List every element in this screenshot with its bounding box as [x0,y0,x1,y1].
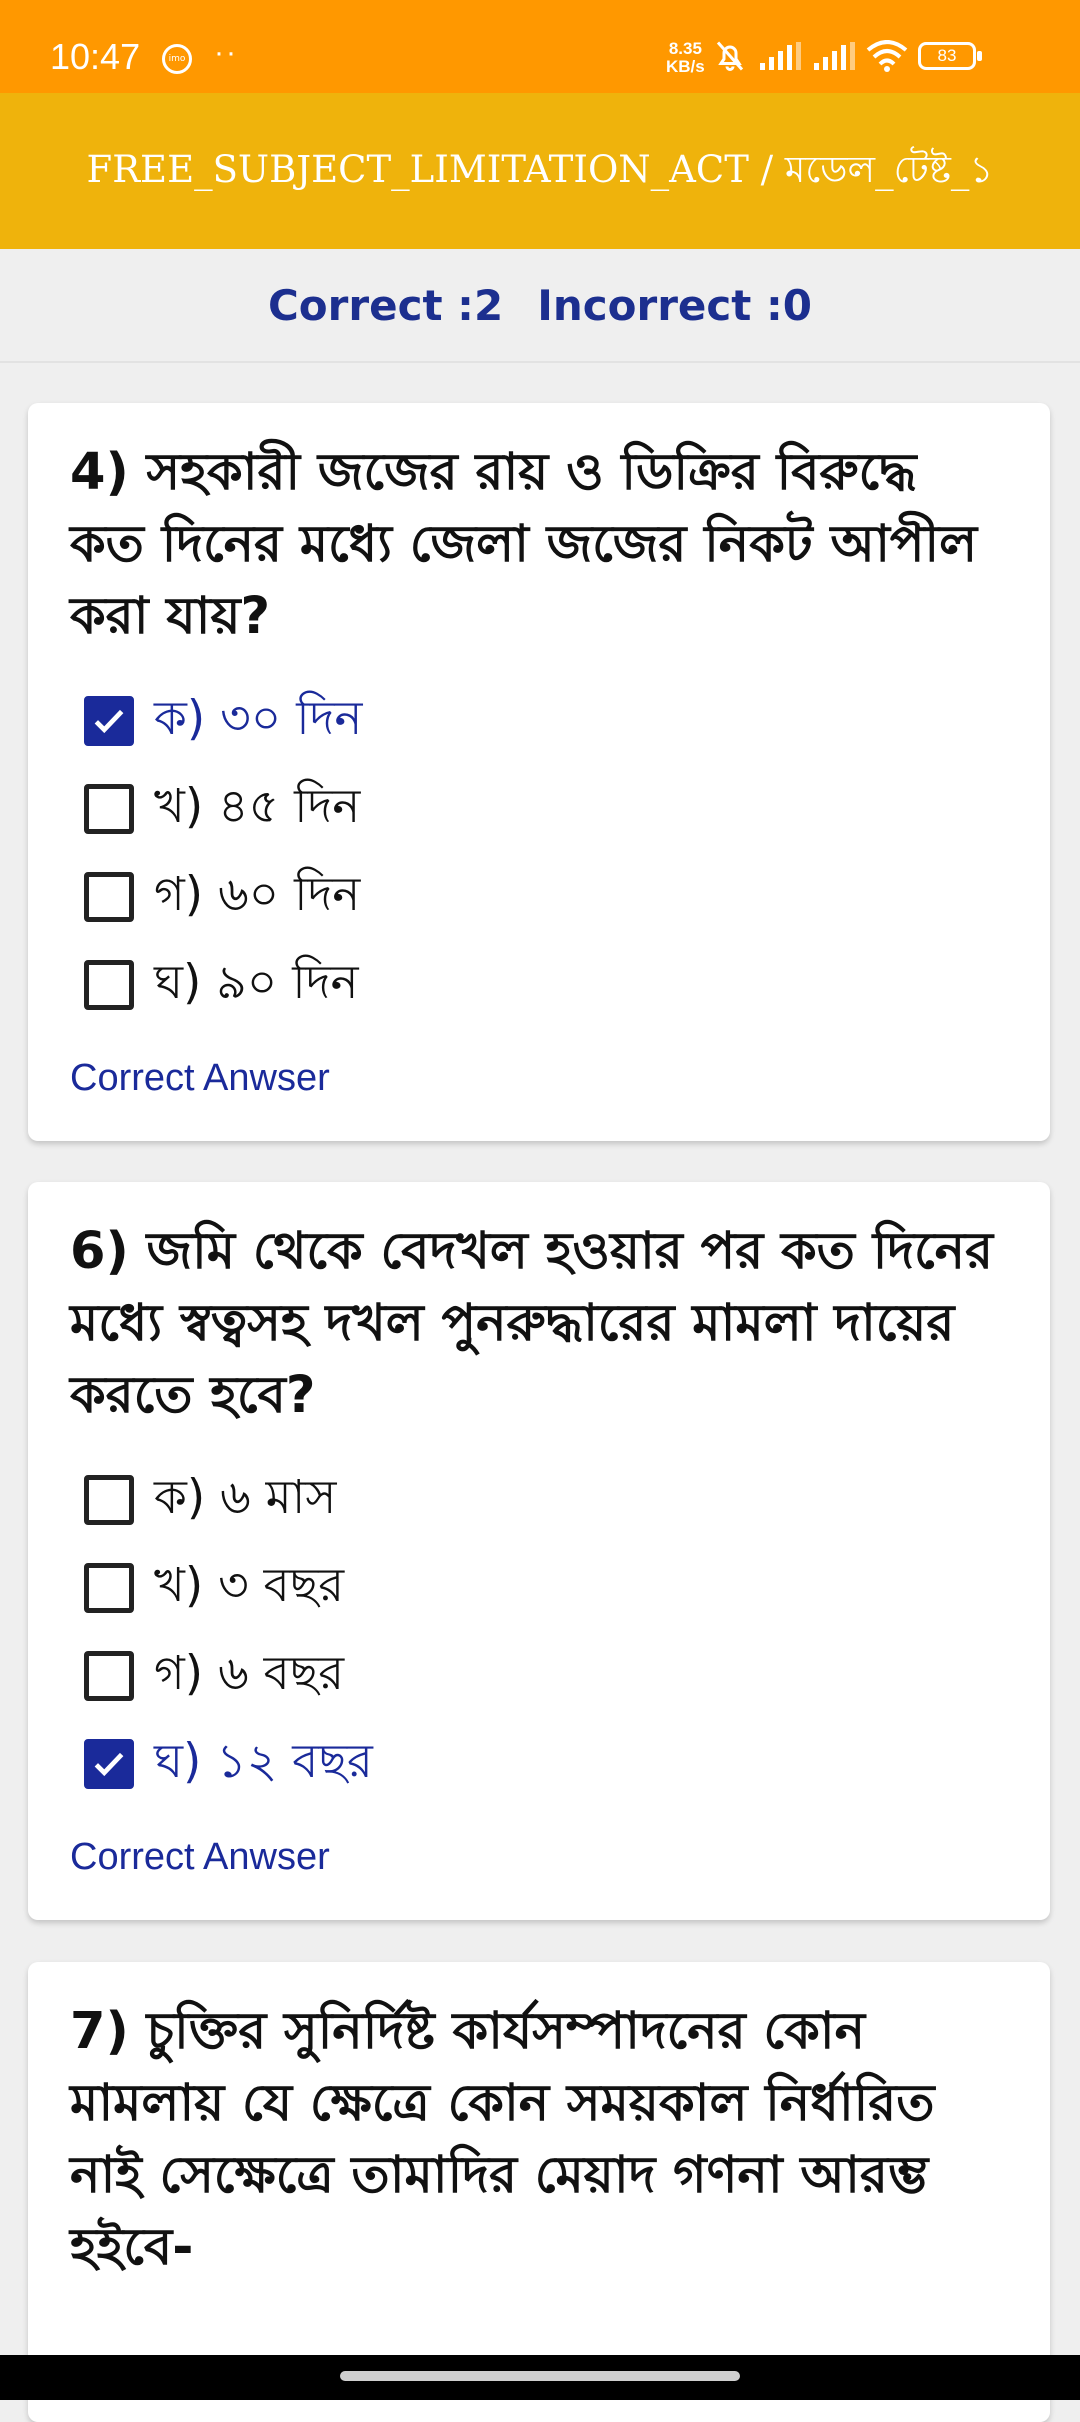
network-speed: 8.35 KB/s [666,40,705,76]
battery-icon: 83 [918,42,982,70]
option-item[interactable]: ঘ) ১২ বছর [70,1720,1008,1808]
checkbox[interactable] [84,784,134,834]
imo-icon: imo [162,44,192,74]
option-label: খ) ৩ বছর [154,1558,345,1613]
question-text: 4) সহকারী জজের রায় ও ডিক্রির বিরুদ্ধে ক… [70,443,978,646]
score-bar: Correct :2 Incorrect :0 [0,249,1080,363]
check-icon [94,709,124,734]
checkbox-checked[interactable] [84,696,134,746]
option-label: গ) ৬ বছর [154,1646,345,1701]
option-item[interactable]: ক) ৩০ দিন [70,677,1008,765]
option-item[interactable]: খ) ৩ বছর [70,1544,1008,1632]
navigation-bar [0,2355,1080,2400]
options-list: ক) ৬ মাস খ) ৩ বছর গ) ৬ বছর ঘ) ১২ বছর [70,1456,1008,1808]
signal-icon-2 [814,42,855,70]
option-label: খ) ৪৫ দিন [154,779,361,834]
bell-muted-icon [716,41,744,71]
option-label: ঘ) ৯০ দিন [154,955,359,1010]
checkbox-checked[interactable] [84,1739,134,1789]
option-label: ক) ৬ মাস [154,1470,337,1525]
option-item[interactable]: ঘ) ৯০ দিন [70,941,1008,1029]
wifi-icon [866,40,908,72]
check-icon [94,1752,124,1777]
options-list: ক) ৩০ দিন খ) ৪৫ দিন গ) ৬০ দিন ঘ) ৯০ দিন [70,677,1008,1029]
network-speed-value: 8.35 [668,39,702,58]
option-label: গ) ৬০ দিন [154,867,361,922]
checkbox[interactable] [84,872,134,922]
option-item[interactable]: গ) ৬ বছর [70,1632,1008,1720]
option-item[interactable]: গ) ৬০ দিন [70,853,1008,941]
signal-icon [760,42,801,70]
checkbox[interactable] [84,1475,134,1525]
status-bar: 10:47 imo ·· 8.35 KB/s 83 [0,0,1080,93]
app-bar: FREE_SUBJECT_LIMITATION_ACT / মডেল_টেষ্ট… [0,93,1080,249]
question-card: 4) সহকারী জজের রায় ও ডিক্রির বিরুদ্ধে ক… [28,403,1050,1141]
page-title: FREE_SUBJECT_LIMITATION_ACT / মডেল_টেষ্ট… [86,147,994,191]
correct-answer-link[interactable]: Correct Anwser [70,1043,1008,1113]
status-time: 10:47 [50,36,141,77]
question-card: 6) জমি থেকে বেদখল হওয়ার পর কত দিনের মধ্… [28,1182,1050,1920]
network-speed-unit: KB/s [666,57,705,76]
incorrect-count: Incorrect :0 [537,280,813,330]
question-text: 6) জমি থেকে বেদখল হওয়ার পর কত দিনের মধ্… [70,1222,994,1425]
correct-count: Correct :2 [267,280,504,330]
option-label: ঘ) ১২ বছর [154,1734,373,1789]
option-item[interactable]: ক) ৬ মাস [70,1456,1008,1544]
question-card: 7) চুক্তির সুনির্দিষ্ট কার্যসম্পাদনের কো… [28,1962,1050,2422]
status-icons: 83 [712,38,982,74]
more-notifications-icon: ·· [214,36,238,69]
correct-answer-link[interactable]: Correct Anwser [70,1822,1008,1892]
option-label: ক) ৩০ দিন [154,691,363,746]
home-gesture-handle[interactable] [340,2371,740,2381]
question-text: 7) চুক্তির সুনির্দিষ্ট কার্যসম্পাদনের কো… [70,2002,935,2277]
option-item[interactable]: খ) ৪৫ দিন [70,765,1008,853]
checkbox[interactable] [84,960,134,1010]
checkbox[interactable] [84,1563,134,1613]
checkbox[interactable] [84,1651,134,1701]
